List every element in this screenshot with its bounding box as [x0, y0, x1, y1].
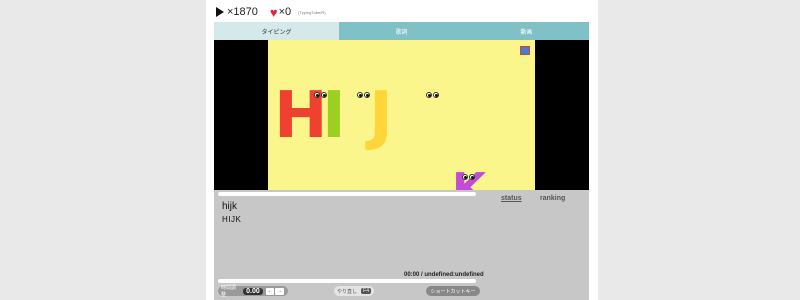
app-frame: ×1870 ♥ ×0 (TypingTube/R) タイピング 歌詞 動画 H …: [206, 0, 598, 300]
typing-panel: hijk HIJK status ranking 00:00 / undefin…: [214, 190, 589, 300]
song-progress-bar[interactable]: [218, 279, 476, 283]
letter-face: [356, 92, 372, 100]
redo-key-badge: F4: [361, 288, 371, 294]
speed-up-button[interactable]: →: [275, 287, 284, 295]
line-progress-bar: [218, 192, 476, 196]
status-link[interactable]: status: [501, 195, 522, 202]
channel-label: (TypingTube/R): [298, 9, 326, 15]
tab-typing[interactable]: タイピング: [214, 22, 339, 40]
redo-button[interactable]: やり直し F4: [334, 286, 374, 296]
play-icon: [216, 7, 224, 17]
letter-face: [461, 174, 477, 182]
speed-control: 時間調整 0.00 ← →: [218, 285, 288, 298]
sticker-icon: [520, 46, 530, 55]
like-count: ×0: [278, 6, 292, 18]
heart-icon[interactable]: ♥: [270, 6, 278, 19]
speed-value: 0.00: [243, 287, 263, 295]
stats-bar: ×1870 ♥ ×0 (TypingTube/R): [216, 4, 326, 20]
ranking-link[interactable]: ranking: [540, 195, 565, 202]
control-bar: 時間調整 0.00 ← → やり直し F4 ショートカットキー: [218, 285, 578, 298]
letter-face: [313, 92, 329, 100]
speed-down-button[interactable]: ←: [265, 287, 275, 295]
video-frame: H I J K: [268, 40, 535, 190]
time-readout: 00:00 / undefined:undefined: [404, 272, 484, 278]
letter-j: J: [369, 79, 393, 153]
play-count: ×1870: [227, 6, 258, 18]
letter-face: [425, 92, 441, 100]
redo-label: やり直し: [337, 288, 358, 295]
video-player[interactable]: H I J K: [214, 40, 589, 190]
shortcut-keys-button[interactable]: ショートカットキー: [426, 286, 480, 296]
tab-video[interactable]: 動画: [464, 22, 589, 40]
typing-word-upper: HIJK: [222, 215, 242, 224]
speed-label: 時間調整: [221, 285, 237, 298]
tab-lyrics[interactable]: 歌詞: [339, 22, 464, 40]
tab-bar: タイピング 歌詞 動画: [214, 22, 589, 40]
typing-word: hijk: [222, 201, 238, 212]
